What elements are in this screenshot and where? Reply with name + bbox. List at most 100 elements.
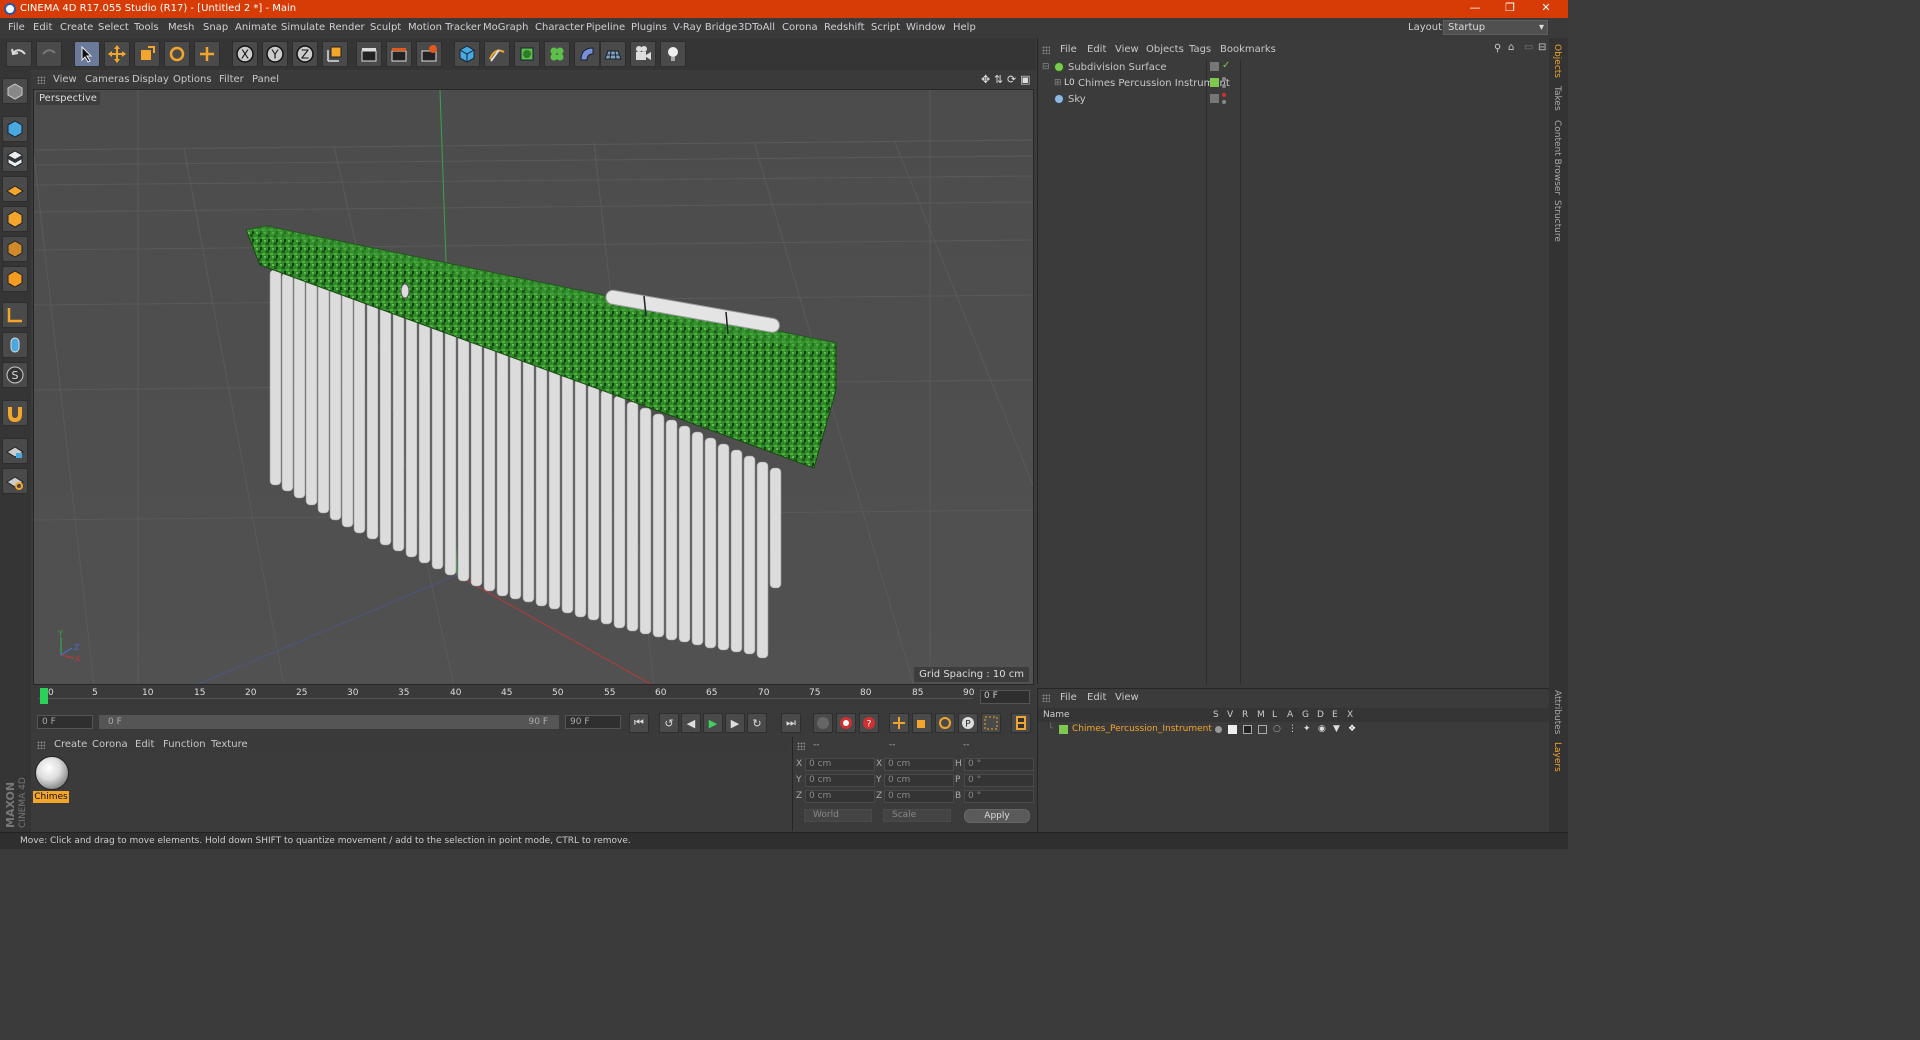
column-generators[interactable]: G — [1302, 710, 1309, 720]
size-y-field[interactable]: 0 cm — [884, 774, 954, 787]
render-picture-viewer-button[interactable] — [386, 41, 412, 67]
current-frame-field[interactable]: 0 F — [980, 690, 1030, 704]
viewport-menu-options[interactable]: Options — [173, 74, 212, 85]
perspective-viewport[interactable]: Y Z X Perspective Grid Spacing : 10 cm — [33, 89, 1034, 685]
apply-button[interactable]: Apply — [964, 809, 1030, 823]
menu-3dtoall[interactable]: 3DToAll — [738, 22, 775, 33]
view-toggle-icon[interactable] — [1228, 725, 1237, 734]
previous-frame-button[interactable]: ◀ — [681, 713, 701, 733]
viewport-menu-panel[interactable]: Panel — [252, 74, 279, 85]
column-deformers[interactable]: D — [1317, 710, 1324, 720]
expand-icon[interactable]: ⊞ — [1054, 78, 1062, 88]
menu-character[interactable]: Character — [535, 22, 584, 33]
viewport-menu-cameras[interactable]: Cameras — [85, 74, 129, 85]
tab-structure[interactable]: Structure — [1552, 200, 1562, 242]
tab-takes[interactable]: Takes — [1552, 86, 1562, 111]
menu-pipeline[interactable]: Pipeline — [586, 22, 625, 33]
layout-dropdown[interactable]: Startup ▾ — [1443, 20, 1548, 35]
motion-record-button[interactable] — [813, 713, 833, 733]
render-settings-button[interactable] — [416, 41, 442, 67]
new-view-icon[interactable]: ▭ — [1524, 42, 1533, 53]
close-icon[interactable]: ✕ — [1531, 1, 1561, 17]
viewport-pan-icon[interactable]: ✥ — [981, 73, 990, 86]
rotate-tool-button[interactable] — [164, 41, 190, 67]
layers-menu-view[interactable]: View — [1115, 692, 1139, 703]
menu-tools[interactable]: Tools — [134, 22, 159, 33]
menu-mesh[interactable]: Mesh — [168, 22, 194, 33]
column-animation[interactable]: A — [1287, 710, 1293, 720]
edges-mode-button[interactable] — [2, 236, 28, 262]
key-rotation-button[interactable] — [935, 713, 955, 733]
column-xref[interactable]: X — [1347, 710, 1353, 720]
enabled-check-icon[interactable]: ✓ — [1222, 60, 1230, 71]
menu-edit[interactable]: Edit — [33, 22, 52, 33]
menu-file[interactable]: File — [8, 22, 25, 33]
tab-attributes[interactable]: Attributes — [1552, 690, 1562, 734]
move-tool-button[interactable] — [104, 41, 130, 67]
viewport-dolly-icon[interactable]: ⇅ — [994, 73, 1003, 86]
material-menu-create[interactable]: Create — [54, 739, 87, 750]
texture-mode-button[interactable] — [2, 146, 28, 172]
objects-menu-view[interactable]: View — [1115, 44, 1139, 55]
menu-snap[interactable]: Snap — [203, 22, 228, 33]
key-scale-button[interactable] — [912, 713, 932, 733]
rotation-b-field[interactable]: 0 ° — [964, 790, 1034, 803]
menu-create[interactable]: Create — [60, 22, 93, 33]
playhead-marker[interactable] — [40, 688, 48, 704]
deformers-toggle-icon[interactable]: ◉ — [1318, 724, 1326, 734]
objects-menu-edit[interactable]: Edit — [1087, 44, 1106, 55]
menu-redshift[interactable]: Redshift — [824, 22, 865, 33]
panel-grip-icon[interactable] — [797, 742, 805, 750]
expressions-toggle-icon[interactable]: ▼ — [1333, 724, 1340, 734]
timeline-ruler[interactable]: 0 5 10 15 20 25 30 35 40 45 50 55 60 65 … — [33, 686, 1034, 710]
snapping-button[interactable]: S — [2, 362, 28, 388]
layer-color-icon[interactable] — [1059, 725, 1068, 734]
object-row[interactable]: ⊟ Subdivision Surface ✓ — [1042, 60, 1547, 76]
next-frame-button[interactable]: ▶ — [725, 713, 745, 733]
z-axis-lock-button[interactable]: Z — [292, 41, 318, 67]
next-key-button[interactable]: ↻ — [747, 713, 767, 733]
column-locked[interactable]: L — [1272, 710, 1277, 720]
layer-icon[interactable] — [1210, 62, 1219, 71]
model-mode-button[interactable] — [2, 116, 28, 142]
add-pen-spline-button[interactable] — [484, 41, 510, 67]
generators-toggle-icon[interactable]: ✦ — [1303, 724, 1311, 734]
add-camera-button[interactable] — [630, 41, 656, 67]
add-light-button[interactable] — [660, 41, 686, 67]
panel-grip-icon[interactable] — [1042, 46, 1050, 54]
start-frame-field[interactable]: 0 F — [37, 715, 93, 729]
tab-content-browser[interactable]: Content Browser — [1552, 120, 1562, 195]
lock-icon[interactable]: ○ — [1273, 724, 1281, 734]
add-subdivision-button[interactable] — [514, 41, 540, 67]
objects-menu-objects[interactable]: Objects — [1146, 44, 1184, 55]
panel-grip-icon[interactable] — [1042, 694, 1050, 702]
tab-layers[interactable]: Layers — [1552, 742, 1562, 772]
key-pla-button[interactable] — [981, 713, 1001, 733]
end-frame-field[interactable]: 90 F — [565, 715, 621, 729]
key-parameter-button[interactable]: P — [958, 713, 978, 733]
preview-range-slider[interactable]: 0 F 90 F — [99, 715, 559, 729]
restore-icon[interactable]: ❐ — [1495, 1, 1525, 17]
position-z-field[interactable]: 0 cm — [805, 790, 875, 803]
key-position-button[interactable] — [889, 713, 909, 733]
viewport-maximize-icon[interactable]: ▣ — [1020, 73, 1030, 86]
viewport-orbit-icon[interactable]: ⟳ — [1007, 73, 1016, 86]
layer-color-icon[interactable] — [1210, 78, 1219, 87]
undo-button[interactable] — [6, 41, 32, 67]
material-menu-corona[interactable]: Corona — [92, 739, 128, 750]
go-to-end-button[interactable]: ⏭ — [781, 713, 801, 733]
objects-menu-tags[interactable]: Tags — [1189, 44, 1211, 55]
home-icon[interactable]: ⌂ — [1508, 42, 1514, 53]
menu-simulate[interactable]: Simulate — [281, 22, 325, 33]
tweak-mode-button[interactable] — [2, 332, 28, 358]
add-cube-button[interactable] — [454, 41, 480, 67]
material-menu-texture[interactable]: Texture — [211, 739, 248, 750]
search-icon[interactable]: ⚲ — [1494, 43, 1501, 54]
make-editable-button[interactable] — [2, 78, 28, 104]
render-view-button[interactable] — [356, 41, 382, 67]
menu-sculpt[interactable]: Sculpt — [370, 22, 401, 33]
material-menu-edit[interactable]: Edit — [135, 739, 154, 750]
menu-window[interactable]: Window — [906, 22, 945, 33]
viewport-menu-display[interactable]: Display — [132, 74, 169, 85]
object-row[interactable]: Sky — [1042, 92, 1547, 108]
